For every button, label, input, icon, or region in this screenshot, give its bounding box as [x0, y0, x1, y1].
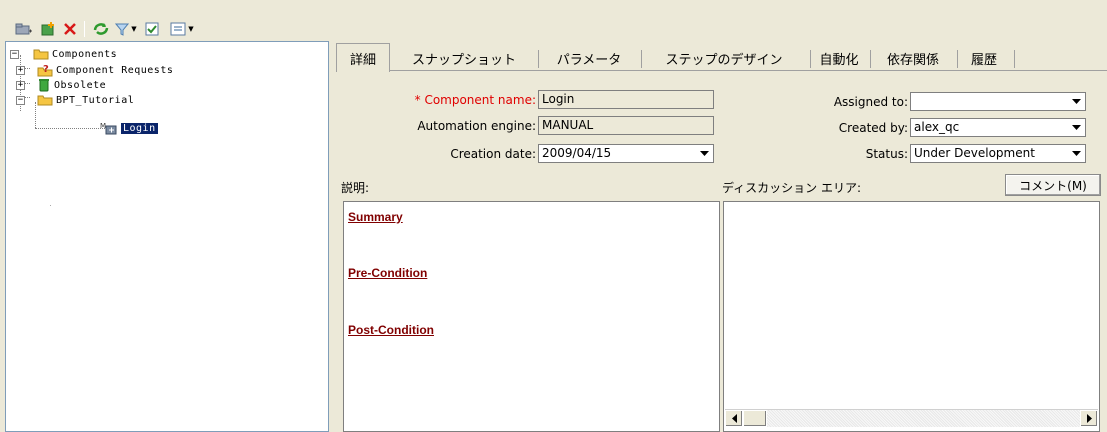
collapse-icon[interactable]: −	[10, 49, 19, 59]
creation-date-label: Creation date:	[450, 147, 536, 161]
chevron-down-icon[interactable]	[1069, 146, 1084, 161]
expand-icon[interactable]: +	[16, 80, 25, 90]
tab-separator	[810, 50, 811, 68]
creation-date-value: 2009/04/15	[542, 146, 612, 160]
status-value: Under Development	[914, 146, 1035, 160]
chevron-down-icon: ▼	[188, 25, 194, 33]
tree-item-label: Component Requests	[56, 64, 174, 76]
tab-separator	[1014, 50, 1015, 68]
chevron-down-icon: ▼	[131, 25, 137, 33]
tab-separator	[957, 50, 958, 68]
tab-separator	[538, 50, 539, 68]
tree-item-bpt-tutorial[interactable]: − BPT_Tutorial	[16, 93, 134, 107]
delete-icon[interactable]	[60, 20, 80, 38]
svg-text:M: M	[100, 122, 106, 130]
component-tree[interactable]: − Components + ? Component Requests + Ob…	[5, 41, 329, 432]
new-component-icon[interactable]	[38, 20, 58, 38]
discussion-area[interactable]	[723, 201, 1100, 432]
automation-engine-label: Automation engine:	[417, 119, 536, 133]
created-by-value: alex_qc	[914, 120, 960, 134]
toolbar-separator	[84, 21, 85, 37]
svg-text:?: ?	[43, 64, 49, 75]
expand-icon[interactable]: +	[16, 65, 25, 75]
refresh-icon[interactable]	[91, 20, 111, 38]
scrollbar-thumb[interactable]	[743, 410, 767, 427]
new-folder-icon[interactable]	[14, 20, 34, 38]
manual-component-icon: M	[100, 122, 117, 135]
scroll-right-icon[interactable]	[1080, 410, 1098, 427]
tab-dependencies[interactable]: 依存関係	[872, 45, 954, 71]
pre-condition-heading: Pre-Condition	[348, 266, 428, 280]
tab-separator	[870, 50, 871, 68]
created-by-field[interactable]: alex_qc	[910, 118, 1086, 137]
chevron-down-icon[interactable]	[697, 146, 712, 161]
panel-splitter[interactable]	[330, 41, 335, 432]
tab-bar: 詳細 スナップショット パラメータ ステップのデザイン 自動化 依存関係 履歴	[336, 43, 1107, 72]
tab-automation[interactable]: 自動化	[812, 45, 866, 71]
tree-item-login[interactable]: M Login	[100, 121, 158, 135]
description-label: 説明:	[341, 181, 370, 195]
automation-engine-field: MANUAL	[538, 116, 714, 135]
tab-details[interactable]: 詳細	[336, 43, 390, 72]
tab-history[interactable]: 履歴	[959, 45, 1009, 71]
folder-icon	[37, 95, 53, 106]
description-editor[interactable]: Summary Pre-Condition Post-Condition	[343, 201, 720, 432]
collapse-icon[interactable]: −	[16, 95, 25, 105]
tree-item-obsolete[interactable]: + Obsolete	[16, 78, 106, 92]
tab-separator	[641, 50, 642, 68]
add-comment-button[interactable]: コメント(M)	[1005, 174, 1101, 196]
tree-item-component-requests[interactable]: + ? Component Requests	[16, 63, 173, 77]
tab-parameters[interactable]: パラメータ	[540, 45, 638, 71]
request-folder-icon: ?	[37, 64, 53, 77]
component-name-label: * Component name:	[414, 93, 536, 107]
status-field[interactable]: Under Development	[910, 144, 1086, 163]
chevron-down-icon[interactable]	[1069, 94, 1084, 109]
discussion-area-label: ディスカッション エリア:	[722, 181, 862, 195]
created-by-label: Created by:	[838, 121, 908, 135]
tab-snapshot[interactable]: スナップショット	[394, 45, 534, 71]
check-icon[interactable]	[143, 20, 161, 38]
tree-item-label: Components	[52, 48, 118, 60]
status-label: Status:	[865, 147, 908, 161]
summary-heading: Summary	[348, 210, 403, 224]
assigned-to-label: Assigned to:	[833, 95, 908, 109]
chevron-down-icon[interactable]	[1069, 120, 1084, 135]
horizontal-scrollbar[interactable]	[725, 409, 1098, 427]
filter-icon[interactable]: ▼	[113, 20, 139, 38]
toolbar: ▼ ▼	[0, 0, 1107, 40]
tree-item-label: BPT_Tutorial	[56, 94, 135, 106]
view-icon[interactable]: ▼	[167, 20, 197, 38]
creation-date-field[interactable]: 2009/04/15	[538, 144, 714, 163]
folder-icon	[33, 49, 49, 60]
component-name-field[interactable]: Login	[538, 90, 714, 109]
tree-item-components[interactable]: − Components	[10, 47, 117, 61]
tab-step-design[interactable]: ステップのデザイン	[643, 45, 805, 71]
assigned-to-field[interactable]	[910, 92, 1086, 111]
tree-item-label: Login	[121, 122, 158, 134]
tree-dot	[50, 205, 51, 206]
obsolete-bin-icon	[39, 79, 49, 92]
tree-item-label: Obsolete	[54, 79, 107, 91]
post-condition-heading: Post-Condition	[348, 323, 434, 337]
scroll-left-icon[interactable]	[725, 410, 743, 427]
